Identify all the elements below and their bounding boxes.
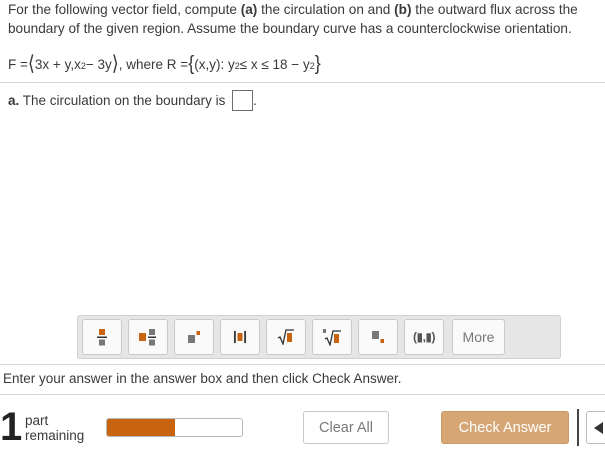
problem-text: For the following vector field, compute	[8, 2, 241, 17]
part-a-label: a.	[8, 93, 20, 108]
instruction-text: Enter your answer in the answer box and …	[3, 371, 402, 386]
divider	[0, 364, 605, 365]
absolute-value-icon	[234, 331, 246, 343]
remaining-word: remaining	[25, 428, 85, 443]
fraction-icon	[97, 329, 107, 346]
part-a-question: a. The circulation on the boundary is .	[8, 90, 257, 111]
subscript-icon	[372, 331, 384, 343]
formula-right-brace: }	[314, 51, 321, 75]
parts-remaining-label: part remaining	[25, 413, 84, 443]
clear-all-button[interactable]: Clear All	[303, 411, 389, 444]
progress-fill	[107, 419, 175, 436]
formula-left-brace: {	[188, 51, 195, 75]
problem-line-1: For the following vector field, compute …	[8, 0, 605, 19]
formula-component-2: − 3y	[85, 57, 112, 72]
vector-field-formula: F = ⟨ 3x + y,x 2 − 3y ⟩ , where R = { (x,…	[8, 51, 321, 75]
part-a-marker: (a)	[240, 2, 258, 17]
part-word: part	[25, 413, 49, 428]
mixed-number-button[interactable]	[128, 319, 168, 355]
formula-region-2: ≤ x ≤ 18 − y	[239, 57, 310, 72]
problem-text: the circulation on and	[257, 2, 395, 17]
problem-text: the outward flux across the	[411, 2, 578, 17]
progress-bar	[106, 418, 243, 437]
math-toolbar: (▮,▮) More	[77, 315, 561, 359]
more-button[interactable]: More	[452, 319, 505, 355]
formula-where: , where R =	[118, 57, 189, 72]
part-a-period: .	[253, 93, 257, 108]
formula-left-bracket: ⟨	[27, 51, 35, 75]
answer-input[interactable]	[232, 90, 254, 111]
toolbar-separator	[577, 409, 579, 446]
problem-line-2: boundary of the given region. Assume the…	[8, 21, 572, 36]
mixed-number-icon	[139, 329, 156, 346]
formula-f-label: F =	[8, 57, 28, 72]
exponent-icon	[188, 331, 200, 343]
nth-root-button[interactable]	[312, 319, 352, 355]
interval-button[interactable]: (▮,▮)	[404, 319, 444, 355]
divider	[0, 82, 605, 83]
part-a-text: The circulation on the boundary is	[19, 93, 230, 108]
square-root-button[interactable]	[266, 319, 306, 355]
part-b-marker: (b)	[394, 2, 412, 17]
arrow-left-icon	[594, 422, 603, 434]
nth-root-icon	[323, 329, 341, 346]
previous-button[interactable]	[586, 411, 605, 444]
formula-right-bracket: ⟩	[111, 51, 119, 75]
square-root-icon	[277, 329, 294, 345]
problem-statement: For the following vector field, compute …	[8, 0, 605, 38]
parts-remaining-count: 1	[0, 405, 23, 449]
subscript-button[interactable]	[358, 319, 398, 355]
check-answer-button[interactable]: Check Answer	[441, 411, 569, 444]
fraction-button[interactable]	[82, 319, 122, 355]
formula-region-1: (x,y): y	[194, 57, 235, 72]
absolute-value-button[interactable]	[220, 319, 260, 355]
formula-component-1: 3x + y,x	[34, 57, 81, 72]
interval-icon: (▮,▮)	[412, 330, 436, 344]
exponent-button[interactable]	[174, 319, 214, 355]
divider	[0, 394, 605, 395]
